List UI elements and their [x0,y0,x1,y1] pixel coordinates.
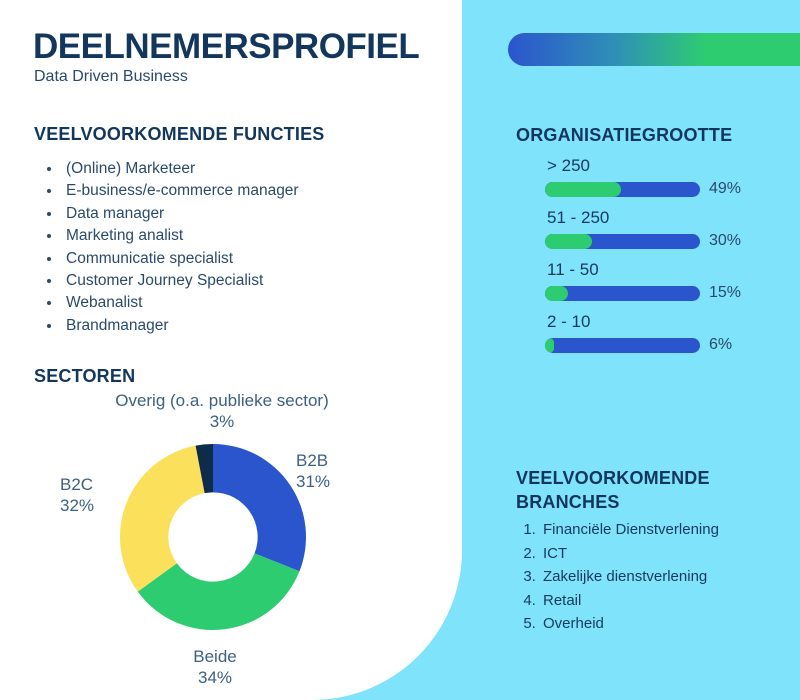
donut-slice [120,445,205,592]
list-item: Marketing analist [62,225,422,247]
bar-fill [545,337,555,353]
bar-fill [545,285,569,301]
donut-label-beide-pct: 34% [197,668,233,687]
branches-list: Financiële Dienstverlening ICT Zakelijke… [540,518,780,636]
donut-label-b2b-text: B2B [296,451,329,470]
list-item: (Online) Marketeer [62,158,422,180]
donut-label-overig-pct: 3% [209,412,235,431]
list-item: Customer Journey Specialist [62,270,422,292]
donut-label-b2b-pct: 31% [296,472,331,491]
page-title: DEELNEMERSPROFIEL [33,27,420,66]
page-subtitle: Data Driven Business [34,68,188,85]
bar-fill [545,181,621,197]
bar-category-label: 51 - 250 [547,208,610,227]
list-item: Communicatie specialist [62,248,422,270]
bar-track [545,233,700,249]
bar-category-label: 2 - 10 [547,312,591,331]
list-item: Data manager [62,203,422,225]
gradient-accent-bar [508,33,800,66]
list-item: Brandmanager [62,315,422,337]
list-item: Webanalist [62,292,422,314]
list-item: ICT [540,542,780,566]
list-item: E-business/e-commerce manager [62,180,422,202]
donut-svg [120,444,306,630]
bar-track [545,337,700,353]
organisatiegrootte-bar-chart: > 250 49% 51 - 250 30% 11 - 50 15% 2 - 10 6% [545,156,775,364]
bar-value-label: 49% [709,180,742,197]
bar-row: 51 - 250 30% [545,208,775,260]
bar-category-label: 11 - 50 [547,260,599,279]
section-heading-organisatiegrootte: ORGANISATIEGROOTTE [516,125,733,145]
donut-label-overig-text: Overig (o.a. publieke sector) [115,391,329,410]
bar-fill [545,233,592,249]
infographic-poster: DEELNEMERSPROFIEL Data Driven Business V… [0,0,800,700]
bar-row: 11 - 50 15% [545,260,775,312]
list-item: Retail [540,589,780,613]
functies-list: (Online) Marketeer E-business/e-commerce… [62,158,422,337]
donut-label-b2c: B2C 32% [60,474,94,516]
bar-value-label: 15% [709,284,742,301]
sectoren-donut-chart [118,442,308,632]
donut-label-b2b: B2B 31% [296,450,330,492]
donut-label-b2c-text: B2C [60,475,94,494]
list-item: Overheid [540,612,780,636]
bar-track [545,181,700,197]
donut-label-beide-text: Beide [193,647,237,666]
bar-category-label: > 250 [547,156,591,175]
section-heading-sectoren: SECTOREN [34,366,136,386]
section-heading-branches: VEELVOORKOMENDE BRANCHES [516,468,710,513]
bar-value-label: 30% [709,232,742,249]
donut-label-b2c-pct: 32% [60,496,95,515]
donut-label-overig: Overig (o.a. publieke sector) 3% [62,390,382,432]
list-item: Zakelijke dienstverlening [540,565,780,589]
bar-row: 2 - 10 6% [545,312,775,364]
donut-slice [213,444,306,572]
list-item: Financiële Dienstverlening [540,518,780,542]
bar-value-label: 6% [709,336,733,353]
bar-track [545,285,700,301]
section-heading-functies: VEELVOORKOMENDE FUNCTIES [34,124,325,144]
bar-row: > 250 49% [545,156,775,208]
donut-label-beide: Beide 34% [155,646,275,688]
